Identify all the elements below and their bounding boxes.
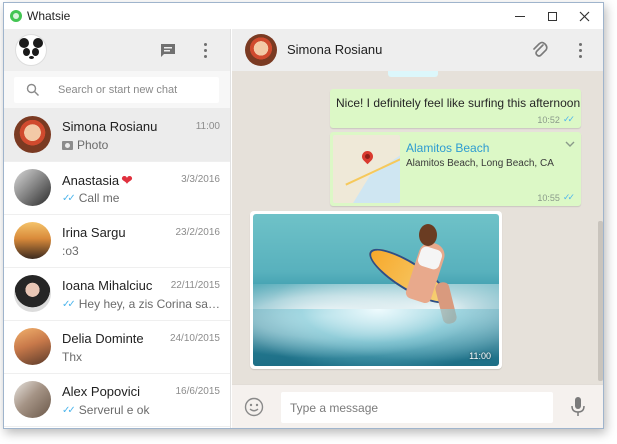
chat-name: Simona Rosianu bbox=[62, 119, 158, 134]
sidebar-menu-button[interactable] bbox=[193, 38, 217, 62]
chat-date: 16/6/2015 bbox=[175, 386, 221, 397]
chat-preview: ✓✓ Serverul e ok bbox=[62, 403, 220, 417]
chat-name: Delia Dominte bbox=[62, 331, 144, 346]
location-address: Alamitos Beach, Long Beach, CA bbox=[406, 158, 554, 169]
chat-date: 11:00 bbox=[195, 121, 220, 132]
sidebar-header bbox=[4, 29, 230, 71]
read-ticks-icon: ✓✓ bbox=[62, 192, 76, 204]
search-icon bbox=[26, 83, 39, 96]
conversation-menu-button[interactable] bbox=[568, 38, 592, 62]
chat-date: 23/2/2016 bbox=[175, 227, 221, 238]
avatar bbox=[14, 116, 51, 153]
avatar bbox=[14, 222, 51, 259]
attach-button[interactable] bbox=[528, 38, 552, 62]
search-input[interactable] bbox=[58, 81, 214, 99]
contact-name[interactable]: Simona Rosianu bbox=[287, 42, 382, 57]
chat-item-ioana-mihalciuc[interactable]: Ioana Mihalciuc 22/11/2015 ✓✓ Hey hey, a… bbox=[4, 268, 230, 321]
message-time: 10:52 bbox=[537, 114, 560, 125]
read-ticks-icon: ✓✓ bbox=[62, 404, 76, 416]
microphone-icon[interactable] bbox=[570, 396, 586, 418]
close-icon bbox=[579, 11, 589, 21]
read-ticks-icon: ✓✓ bbox=[562, 114, 575, 124]
chat-item-simona-rosianu[interactable]: Simona Rosianu 11:00 Photo bbox=[4, 109, 230, 162]
chat-date: 22/11/2015 bbox=[170, 280, 220, 291]
close-button[interactable] bbox=[568, 3, 600, 29]
chat-name: Alex Popovici bbox=[62, 384, 141, 399]
chat-preview: Thx bbox=[62, 350, 220, 364]
contact-avatar[interactable] bbox=[245, 34, 277, 66]
window-title: Whatsie bbox=[27, 9, 71, 23]
minimize-button[interactable] bbox=[504, 3, 536, 29]
chat-preview: ✓✓ Call me bbox=[62, 191, 220, 205]
minimize-icon bbox=[515, 15, 525, 17]
conversation-pane: Simona Rosianu Nice! I definitely feel l… bbox=[232, 29, 603, 428]
read-ticks-icon: ✓✓ bbox=[562, 192, 575, 202]
more-vertical-icon bbox=[203, 42, 207, 58]
chat-preview-text: :o3 bbox=[62, 244, 79, 258]
search-box[interactable] bbox=[14, 77, 219, 103]
chat-name-text: Anastasia bbox=[62, 173, 120, 188]
chat-preview: Photo bbox=[62, 138, 220, 152]
chat-item-alex-popovici[interactable]: Alex Popovici 16/6/2015 ✓✓ Serverul e ok bbox=[4, 374, 230, 427]
whatsie-logo-icon bbox=[10, 10, 22, 22]
avatar bbox=[14, 381, 51, 418]
message-outgoing[interactable]: Nice! I definitely feel like surfing thi… bbox=[330, 89, 581, 128]
maximize-button[interactable] bbox=[536, 3, 568, 29]
message-text: Nice! I definitely feel like surfing thi… bbox=[336, 96, 581, 110]
chat-preview-text: Call me bbox=[78, 191, 120, 205]
chat-preview: :o3 bbox=[62, 244, 220, 258]
chat-item-anastasia[interactable]: Anastasia ❤ 3/3/2016 ✓✓ Call me bbox=[4, 162, 230, 215]
chevron-down-icon[interactable] bbox=[565, 140, 575, 148]
message-scrollbar[interactable] bbox=[598, 221, 603, 381]
message-time: 11:00 bbox=[469, 351, 491, 361]
sidebar: Simona Rosianu 11:00 Photo Anastasia❤ 3/… bbox=[4, 29, 231, 428]
more-vertical-icon bbox=[578, 42, 582, 58]
chat-date: 24/10/2015 bbox=[169, 333, 220, 344]
avatar bbox=[14, 169, 51, 206]
avatar bbox=[14, 275, 51, 312]
heart-emoji: ❤ bbox=[121, 172, 133, 188]
new-chat-icon bbox=[161, 43, 175, 57]
chat-preview-text: Hey hey, a zis Corina sa o sunăm bbox=[78, 297, 220, 311]
message-image[interactable]: 11:00 bbox=[250, 211, 502, 369]
message-list[interactable]: Nice! I definitely feel like surfing thi… bbox=[232, 65, 603, 384]
new-chat-button[interactable] bbox=[156, 38, 180, 62]
search-bar bbox=[4, 71, 230, 109]
chat-name: Irina Sargu bbox=[62, 225, 126, 240]
chat-preview-text: Photo bbox=[77, 138, 109, 152]
map-thumbnail[interactable] bbox=[333, 135, 400, 203]
message-meta: 10:55 ✓✓ bbox=[537, 192, 575, 203]
chat-preview-text: Thx bbox=[62, 350, 83, 364]
surfer-photo[interactable]: 11:00 bbox=[253, 214, 499, 366]
read-ticks-icon: ✓✓ bbox=[62, 298, 76, 310]
chat-list: Simona Rosianu 11:00 Photo Anastasia ❤ 3/… bbox=[4, 109, 230, 427]
message-meta: 10:52 ✓✓ bbox=[537, 114, 575, 125]
chat-item-delia-dominte[interactable]: Delia Dominte 24/10/2015 Thx bbox=[4, 321, 230, 374]
title-bar[interactable]: Whatsie bbox=[4, 3, 603, 29]
message-composer bbox=[232, 384, 603, 428]
chat-preview: ✓✓ Hey hey, a zis Corina sa o sunăm bbox=[62, 297, 220, 311]
chat-item-irina-sargu[interactable]: Irina Sargu 23/2/2016 :o3 bbox=[4, 215, 230, 268]
chat-name: Ioana Mihalciuc bbox=[62, 278, 153, 293]
chat-date: 3/3/2016 bbox=[181, 174, 220, 185]
message-input[interactable] bbox=[281, 392, 553, 423]
camera-icon bbox=[62, 140, 73, 150]
chat-preview-text: Serverul e ok bbox=[78, 403, 150, 417]
emoji-icon[interactable] bbox=[244, 397, 264, 417]
chat-name: Anastasia ❤ bbox=[62, 172, 133, 189]
message-time: 10:55 bbox=[537, 192, 560, 203]
avatar bbox=[14, 328, 51, 365]
maximize-icon bbox=[547, 11, 557, 21]
location-title[interactable]: Alamitos Beach bbox=[406, 141, 489, 155]
my-avatar[interactable] bbox=[15, 34, 47, 66]
app-window: Whatsie Search or start new chat Simona … bbox=[3, 2, 604, 429]
conversation-header: Simona Rosianu bbox=[232, 29, 603, 71]
message-location[interactable]: Alamitos Beach Alamitos Beach, Long Beac… bbox=[330, 132, 581, 206]
paperclip-icon bbox=[533, 41, 548, 57]
